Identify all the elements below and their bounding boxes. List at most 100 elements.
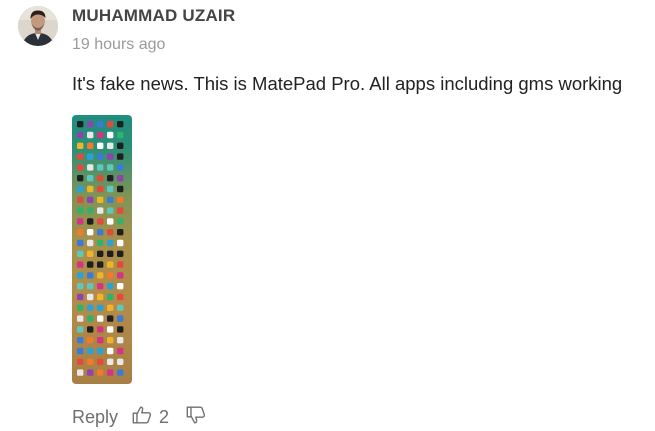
app-icon-thumbnail bbox=[107, 315, 114, 322]
app-icon-thumbnail bbox=[117, 326, 124, 333]
app-icon-thumbnail bbox=[77, 207, 84, 214]
app-icon-thumbnail bbox=[97, 337, 104, 344]
app-icon-thumbnail bbox=[77, 239, 84, 247]
app-icon-thumbnail bbox=[77, 250, 84, 257]
thumbs-down-icon bbox=[185, 404, 207, 431]
dislike-button[interactable] bbox=[185, 404, 207, 431]
app-icon-thumbnail bbox=[117, 304, 124, 311]
app-icon-thumbnail bbox=[107, 250, 114, 257]
app-icon-thumbnail bbox=[117, 207, 124, 214]
app-icon-thumbnail bbox=[97, 142, 104, 149]
app-icon-thumbnail bbox=[87, 164, 94, 171]
app-icon-thumbnail bbox=[107, 121, 114, 128]
app-icon-thumbnail bbox=[87, 369, 94, 376]
app-icon-thumbnail bbox=[87, 185, 94, 193]
comment-timestamp: 19 hours ago bbox=[72, 36, 166, 53]
app-icon-thumbnail bbox=[87, 337, 94, 344]
app-icon-thumbnail bbox=[77, 337, 84, 344]
app-icon-thumbnail bbox=[117, 229, 124, 236]
app-icon-thumbnail bbox=[97, 218, 104, 225]
like-button[interactable]: 2 bbox=[131, 404, 169, 431]
app-icon-thumbnail bbox=[107, 358, 114, 365]
app-icon-thumbnail bbox=[107, 153, 114, 160]
app-icon-thumbnail bbox=[97, 185, 104, 193]
app-icon-thumbnail bbox=[107, 164, 114, 171]
app-icon-thumbnail bbox=[117, 164, 124, 171]
app-icon-thumbnail bbox=[117, 283, 124, 290]
app-icon-thumbnail bbox=[77, 229, 84, 236]
app-icon-thumbnail bbox=[117, 131, 124, 139]
app-icon-thumbnail bbox=[97, 239, 104, 247]
app-icon-thumbnail bbox=[107, 304, 114, 311]
app-icon-thumbnail bbox=[77, 185, 84, 193]
app-icon-thumbnail bbox=[117, 121, 124, 128]
app-icon-thumbnail bbox=[77, 315, 84, 322]
comment: MUHAMMAD UZAIR 19 hours ago It's fake ne… bbox=[0, 0, 655, 430]
app-icon-thumbnail bbox=[87, 218, 94, 225]
app-icon-thumbnail bbox=[87, 283, 94, 290]
app-icon-thumbnail bbox=[77, 196, 84, 203]
app-icon-thumbnail bbox=[107, 337, 114, 344]
app-icon-thumbnail bbox=[87, 326, 94, 333]
app-icon-thumbnail bbox=[87, 315, 94, 322]
app-icon-thumbnail bbox=[117, 272, 124, 279]
avatar[interactable] bbox=[18, 6, 58, 46]
app-icon-thumbnail bbox=[77, 358, 84, 365]
app-icon-thumbnail bbox=[87, 121, 94, 128]
app-icon-thumbnail bbox=[87, 175, 94, 182]
app-icon-thumbnail bbox=[87, 131, 94, 139]
app-icon-thumbnail bbox=[77, 272, 84, 279]
app-icon-thumbnail bbox=[107, 142, 114, 149]
app-icon-thumbnail bbox=[87, 358, 94, 365]
thumbs-up-icon bbox=[131, 404, 153, 431]
app-icon-thumbnail bbox=[117, 347, 124, 355]
app-icon-thumbnail bbox=[97, 207, 104, 214]
app-icon-thumbnail bbox=[97, 121, 104, 128]
app-icon-thumbnail bbox=[77, 153, 84, 160]
author-name[interactable]: MUHAMMAD UZAIR bbox=[72, 6, 235, 26]
app-icon-thumbnail bbox=[107, 196, 114, 203]
app-icon-thumbnail bbox=[107, 293, 114, 301]
app-icon-thumbnail bbox=[77, 121, 84, 128]
app-icon-thumbnail bbox=[97, 229, 104, 236]
app-icon-thumbnail bbox=[77, 293, 84, 301]
app-icon-thumbnail bbox=[107, 175, 114, 182]
app-icon-thumbnail bbox=[77, 283, 84, 290]
app-icon-thumbnail bbox=[77, 369, 84, 376]
app-icon-thumbnail bbox=[117, 250, 124, 257]
app-icon-thumbnail bbox=[87, 293, 94, 301]
app-icon-thumbnail bbox=[117, 239, 124, 247]
app-icon-thumbnail bbox=[77, 131, 84, 139]
app-icon-thumbnail bbox=[87, 229, 94, 236]
app-icon-thumbnail bbox=[117, 293, 124, 301]
app-icon-thumbnail bbox=[117, 369, 124, 376]
attached-screenshot-image[interactable] bbox=[72, 115, 132, 384]
app-icon-thumbnail bbox=[117, 358, 124, 365]
app-icon-thumbnail bbox=[107, 218, 114, 225]
app-icon-thumbnail bbox=[97, 283, 104, 290]
app-icon-thumbnail bbox=[117, 175, 124, 182]
app-icon-thumbnail bbox=[117, 218, 124, 225]
app-icon-thumbnail bbox=[97, 347, 104, 355]
app-icon-thumbnail bbox=[97, 250, 104, 257]
app-icon-thumbnail bbox=[77, 326, 84, 333]
app-icon-thumbnail bbox=[87, 347, 94, 355]
reply-button[interactable]: Reply bbox=[72, 407, 118, 428]
app-icon-thumbnail bbox=[107, 229, 114, 236]
app-icon-thumbnail bbox=[87, 142, 94, 149]
app-icon-thumbnail bbox=[87, 250, 94, 257]
app-icon-thumbnail bbox=[97, 358, 104, 365]
comment-actions: Reply 2 bbox=[72, 405, 207, 429]
app-icon-thumbnail bbox=[117, 315, 124, 322]
app-icon-thumbnail bbox=[97, 196, 104, 203]
app-icon-thumbnail bbox=[117, 185, 124, 193]
app-icon-thumbnail bbox=[77, 261, 84, 268]
app-icon-thumbnail bbox=[87, 261, 94, 268]
app-icon-thumbnail bbox=[117, 196, 124, 203]
app-icon-thumbnail bbox=[97, 175, 104, 182]
app-icon-thumbnail bbox=[107, 369, 114, 376]
app-icon-thumbnail bbox=[97, 315, 104, 322]
app-icon-thumbnail bbox=[97, 304, 104, 311]
app-icon-thumbnail bbox=[97, 131, 104, 139]
app-icon-thumbnail bbox=[97, 369, 104, 376]
